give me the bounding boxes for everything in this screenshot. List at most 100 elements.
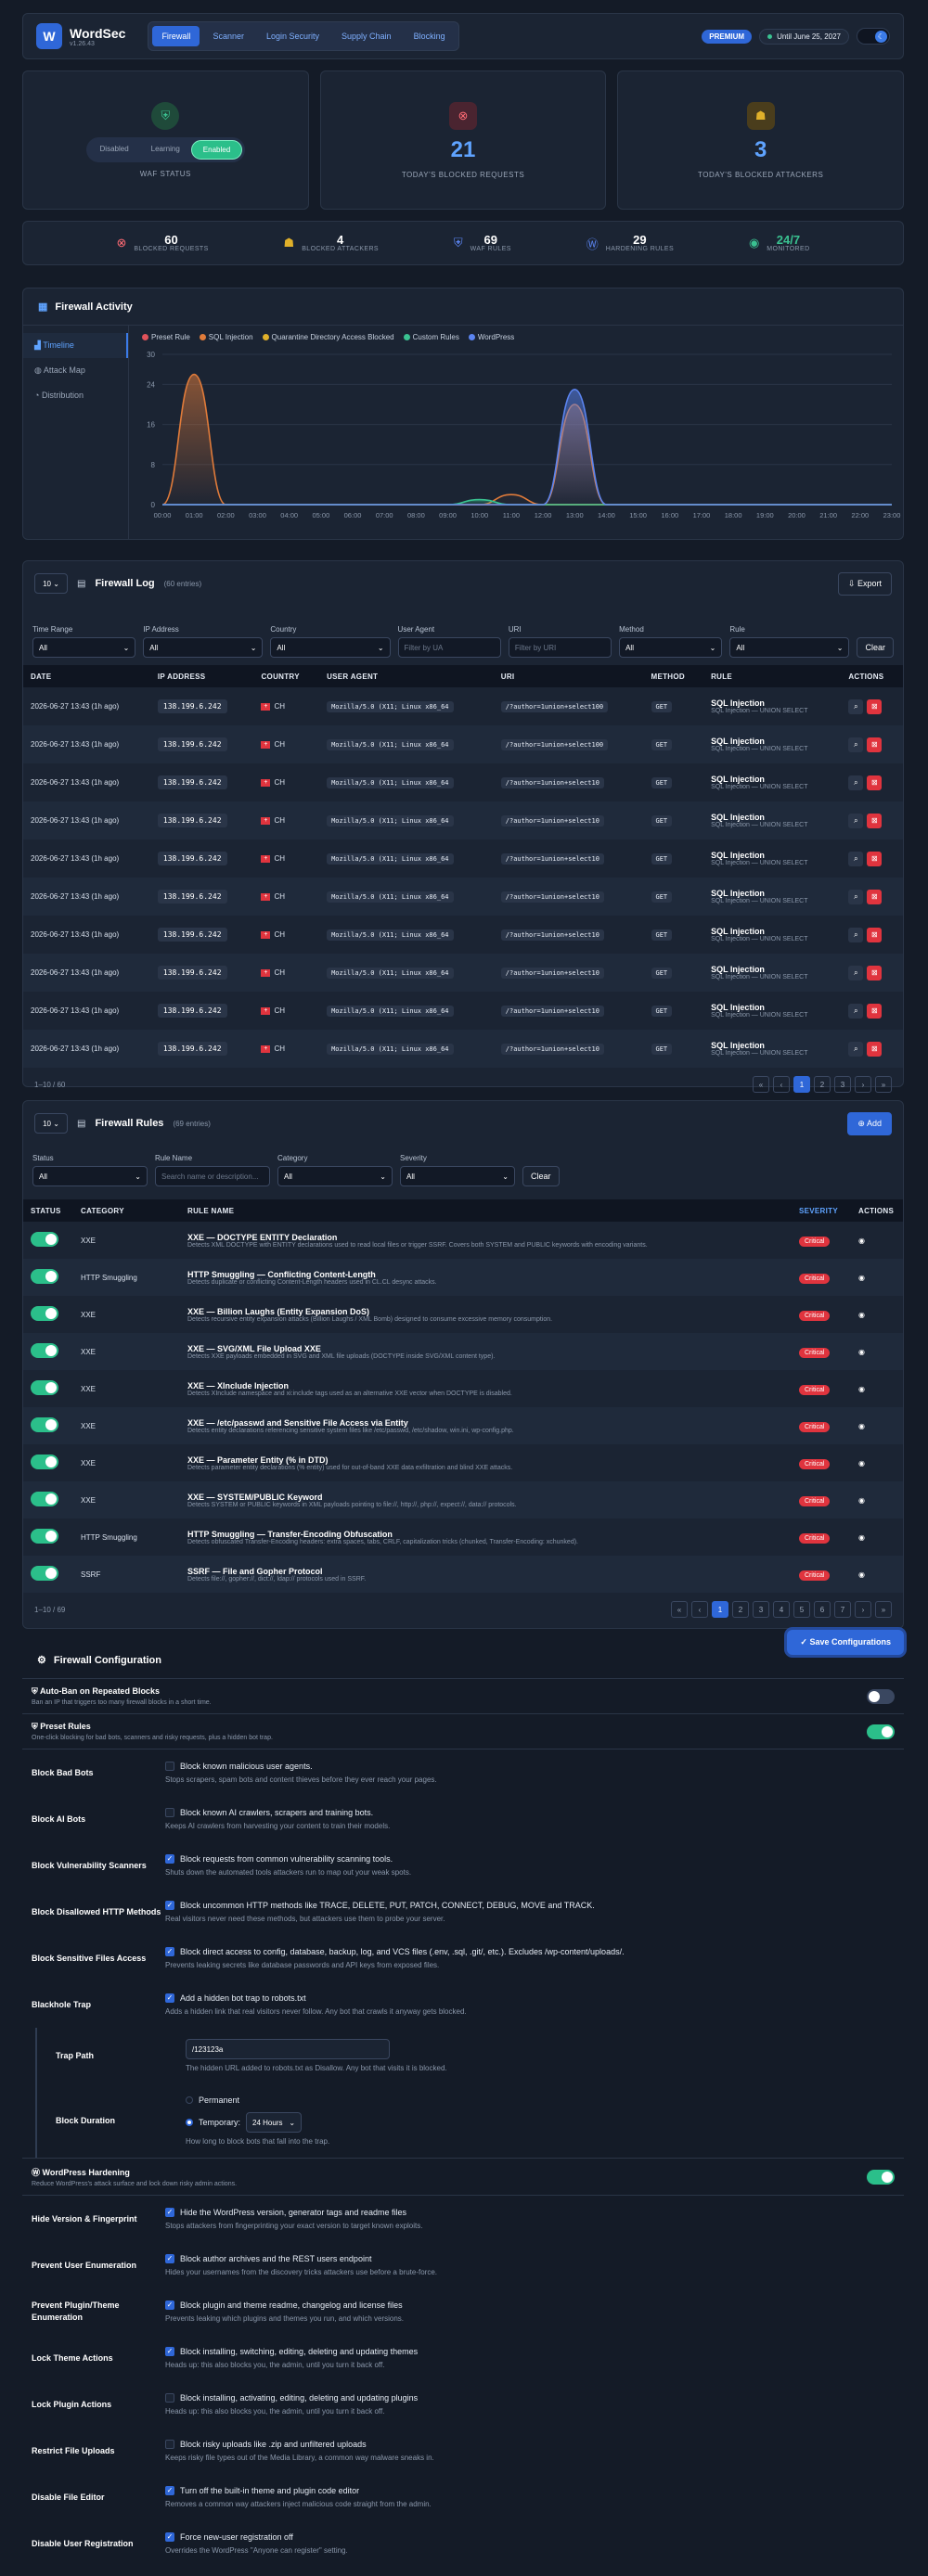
ip-address[interactable]: 138.199.6.242	[157, 699, 227, 713]
search-icon[interactable]: ⌕	[848, 889, 864, 904]
save-configurations-button[interactable]: ✓ Save Configurations	[787, 1630, 904, 1655]
column-header[interactable]: RULE	[703, 665, 842, 687]
page-button[interactable]: «	[671, 1601, 688, 1618]
time-range-select[interactable]: All ⌄	[32, 637, 136, 658]
page-button[interactable]: ‹	[691, 1601, 708, 1618]
config-checkbox[interactable]: ✓ Block plugin and theme readme, changelo…	[165, 2300, 895, 2310]
lock-icon[interactable]: ⊠	[867, 698, 883, 714]
page-button[interactable]: 5	[793, 1601, 810, 1618]
config-checkbox[interactable]: ✓ Force new-user registration off	[165, 2532, 895, 2542]
search-icon[interactable]: ⌕	[848, 775, 864, 790]
duration-select[interactable]: 24 Hours ⌄	[246, 2112, 303, 2133]
view-icon[interactable]: ◉	[858, 1422, 865, 1430]
theme-toggle[interactable]: ☾	[857, 28, 890, 45]
page-button[interactable]: 2	[732, 1601, 749, 1618]
method-select[interactable]: All ⌄	[619, 637, 723, 658]
view-icon[interactable]: ◉	[858, 1570, 865, 1579]
lock-icon[interactable]: ⊠	[867, 737, 883, 752]
ip-address[interactable]: 138.199.6.242	[157, 1042, 227, 1056]
view-icon[interactable]: ◉	[858, 1311, 865, 1319]
rules-per-page-select[interactable]: 10 ⌄	[34, 1113, 68, 1134]
view-icon[interactable]: ◉	[858, 1274, 865, 1282]
rule-status-toggle[interactable]	[31, 1492, 58, 1506]
config-checkbox[interactable]: Block known AI crawlers, scrapers and tr…	[165, 1808, 895, 1817]
column-header[interactable]: ACTIONS	[841, 665, 903, 687]
lock-icon[interactable]: ⊠	[867, 851, 883, 866]
page-button[interactable]: 3	[834, 1076, 851, 1093]
ip-address[interactable]: 138.199.6.242	[157, 966, 227, 980]
page-button[interactable]: 6	[814, 1601, 831, 1618]
add-rule-button[interactable]: ⊕ Add	[847, 1111, 892, 1135]
temporary-radio[interactable]: Temporary: 24 Hours ⌄	[186, 2112, 895, 2133]
column-header[interactable]: STATUS	[23, 1199, 73, 1222]
log-per-page-select[interactable]: 10 ⌄	[34, 573, 68, 594]
rule-status-toggle[interactable]	[31, 1417, 58, 1432]
page-button[interactable]: »	[875, 1601, 892, 1618]
page-button[interactable]: »	[875, 1076, 892, 1093]
search-icon[interactable]: ⌕	[848, 1041, 864, 1057]
search-icon[interactable]: ⌕	[848, 737, 864, 752]
column-header[interactable]: RULE NAME	[180, 1199, 792, 1222]
preset-rules-toggle[interactable]	[867, 1724, 895, 1739]
rule-status-toggle[interactable]	[31, 1269, 58, 1284]
column-header[interactable]: URI	[493, 665, 644, 687]
ip-address[interactable]: 138.199.6.242	[157, 852, 227, 865]
uri-input[interactable]: Filter by URI	[508, 637, 612, 658]
rule-select[interactable]: All ⌄	[729, 637, 850, 658]
rule-status-toggle[interactable]	[31, 1380, 58, 1395]
view-icon[interactable]: ◉	[858, 1237, 865, 1245]
tab-timeline[interactable]: ▟ Timeline	[23, 333, 128, 358]
nav-supply-chain[interactable]: Supply Chain	[332, 26, 401, 46]
lock-icon[interactable]: ⊠	[867, 965, 883, 980]
search-icon[interactable]: ⌕	[848, 851, 864, 866]
search-icon[interactable]: ⌕	[848, 813, 864, 828]
clear-filters-button[interactable]: Clear	[857, 637, 894, 658]
lock-icon[interactable]: ⊠	[867, 1041, 883, 1057]
rule-name-input[interactable]: Search name or description...	[155, 1166, 270, 1186]
config-checkbox[interactable]: ✓ Block direct access to config, database…	[165, 1947, 895, 1956]
column-header[interactable]: COUNTRY	[253, 665, 320, 687]
status-select[interactable]: All ⌄	[32, 1166, 148, 1186]
tab-attack-map[interactable]: ◍ Attack Map	[23, 358, 128, 383]
rule-status-toggle[interactable]	[31, 1566, 58, 1581]
page-button[interactable]: ‹	[773, 1076, 790, 1093]
country-select[interactable]: All ⌄	[270, 637, 391, 658]
legend-item[interactable]: SQL Injection	[199, 333, 253, 341]
column-header[interactable]: DATE	[23, 665, 150, 687]
page-button[interactable]: 1	[793, 1076, 810, 1093]
search-icon[interactable]: ⌕	[848, 1003, 864, 1019]
config-checkbox[interactable]: ✓ Block author archives and the REST user…	[165, 2254, 895, 2263]
waf-mode-enabled[interactable]: Enabled	[190, 140, 243, 160]
view-icon[interactable]: ◉	[858, 1348, 865, 1356]
legend-item[interactable]: Preset Rule	[142, 333, 190, 341]
trap-path-input[interactable]: /123123a	[186, 2039, 390, 2059]
ip-address[interactable]: 138.199.6.242	[157, 814, 227, 827]
page-button[interactable]: «	[753, 1076, 769, 1093]
waf-mode-learning[interactable]: Learning	[140, 140, 191, 160]
autoban-toggle[interactable]	[867, 1688, 895, 1704]
rule-status-toggle[interactable]	[31, 1455, 58, 1469]
brand[interactable]: W WordSec v1.26.43	[36, 23, 125, 49]
page-button[interactable]: 2	[814, 1076, 831, 1093]
page-button[interactable]: ›	[855, 1076, 871, 1093]
column-header[interactable]: IP ADDRESS	[149, 665, 254, 687]
config-checkbox[interactable]: Block known malicious user agents.	[165, 1762, 895, 1771]
config-checkbox[interactable]: ✓ Add a hidden bot trap to robots.txt	[165, 1993, 895, 2003]
ip-address[interactable]: 138.199.6.242	[157, 775, 227, 789]
ip-address[interactable]: 138.199.6.242	[157, 737, 227, 751]
view-icon[interactable]: ◉	[858, 1385, 865, 1393]
page-button[interactable]: 4	[773, 1601, 790, 1618]
config-checkbox[interactable]: Block installing, activating, editing, d…	[165, 2393, 895, 2403]
ip-address[interactable]: 138.199.6.242	[157, 928, 227, 942]
rule-status-toggle[interactable]	[31, 1232, 58, 1247]
clear-rule-filters-button[interactable]: Clear	[522, 1166, 560, 1186]
column-header[interactable]: SEVERITY	[792, 1199, 851, 1222]
export-button[interactable]: ⇩ Export	[837, 571, 892, 596]
nav-login-security[interactable]: Login Security	[257, 26, 329, 46]
page-button[interactable]: 1	[712, 1601, 728, 1618]
lock-icon[interactable]: ⊠	[867, 775, 883, 790]
legend-item[interactable]: Quarantine Directory Access Blocked	[262, 333, 394, 341]
lock-icon[interactable]: ⊠	[867, 1003, 883, 1019]
search-icon[interactable]: ⌕	[848, 698, 864, 714]
severity-select[interactable]: All ⌄	[400, 1166, 515, 1186]
